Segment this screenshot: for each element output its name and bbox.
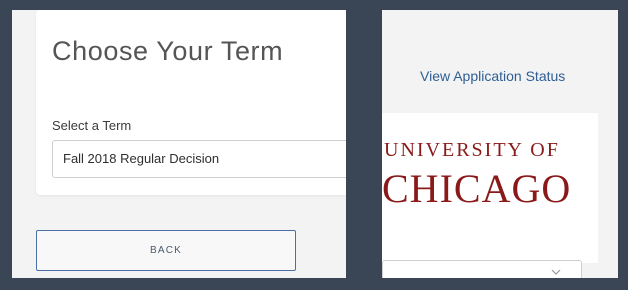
term-select-value: Fall 2018 Regular Decision — [63, 151, 220, 166]
logo-text-chicago: CHICAGO — [382, 166, 572, 211]
chevron-down-icon — [551, 269, 561, 275]
logo-text-university-of: UNIVERSITY OF — [384, 139, 560, 161]
university-logo-card: UNIVERSITY OF CHICAGO — [382, 113, 598, 263]
back-button-label: BACK — [149, 245, 183, 256]
dropdown-field[interactable] — [382, 260, 582, 278]
back-button[interactable]: BACK — [36, 230, 296, 271]
application-panel: View Application Status UNIVERSITY OF CH… — [382, 10, 618, 278]
page-title: Choose Your Term — [52, 36, 284, 66]
term-select[interactable]: Fall 2018 Regular Decision — [52, 140, 346, 178]
term-card: Choose Your Term Select a Term Fall 2018… — [36, 10, 346, 195]
view-application-status-link[interactable]: View Application Status — [420, 68, 565, 84]
term-selection-panel: Choose Your Term Select a Term Fall 2018… — [12, 10, 346, 278]
term-select-label: Select a Term — [52, 118, 132, 133]
